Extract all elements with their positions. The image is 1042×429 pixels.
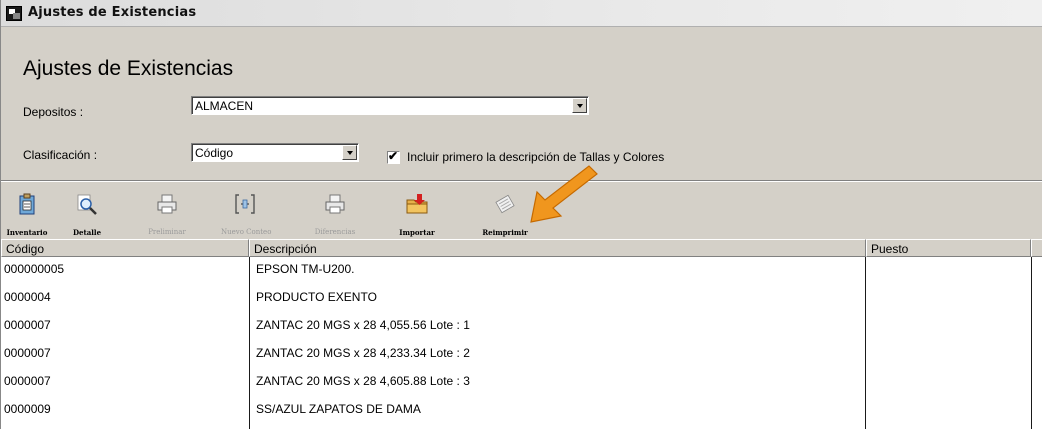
- diferencias-label: Diferencias: [314, 228, 356, 236]
- window-title: Ajustes de Existencias: [28, 5, 197, 20]
- table-body: 000000005 EPSON TM-U200. 0000004 PRODUCT…: [1, 257, 1042, 429]
- table-row[interactable]: 0000007 ZANTAC 20 MGS x 28 4,605.88 Lote…: [1, 367, 1042, 395]
- cell-descripcion: EPSON TM-U200.: [256, 262, 355, 276]
- clasificacion-value: Código: [195, 146, 234, 160]
- ajustes-window: Ajustes de Existencias Ajustes de Existe…: [0, 0, 1042, 429]
- depositos-label: Depositos :: [23, 105, 84, 119]
- cell-descripcion: ZANTAC 20 MGS x 28 4,605.88 Lote : 3: [256, 374, 470, 388]
- clasificacion-label: Clasificación :: [23, 148, 98, 162]
- table-row[interactable]: 0000007 ZANTAC 20 MGS x 28 4,233.34 Lote…: [1, 339, 1042, 367]
- cell-codigo: 0000007: [4, 374, 51, 388]
- chevron-down-icon[interactable]: [342, 145, 357, 160]
- orange-pointer-arrow-icon: [530, 165, 598, 223]
- cell-codigo: 000000005: [4, 262, 65, 276]
- include-tallas-checkbox[interactable]: ✔: [387, 149, 400, 164]
- importar-button[interactable]: Importar: [393, 188, 441, 238]
- clasificacion-select[interactable]: Código: [191, 143, 359, 162]
- cell-descripcion: PRODUCTO EXENTO: [256, 290, 377, 304]
- clipboard-icon: [19, 193, 35, 215]
- table-row[interactable]: 000000005 EPSON TM-U200.: [1, 255, 1042, 283]
- cell-codigo: 0000007: [4, 346, 51, 360]
- checkmark-icon: ✔: [388, 149, 399, 163]
- chevron-down-icon[interactable]: [572, 98, 587, 113]
- printer-icon: [325, 194, 345, 214]
- importar-label: Importar: [399, 228, 435, 237]
- detalle-button[interactable]: Detalle: [63, 188, 111, 238]
- table-row[interactable]: 0000007 ZANTAC 20 MGS x 28 4,055.56 Lote…: [1, 311, 1042, 339]
- page-title: Ajustes de Existencias: [23, 57, 234, 80]
- depositos-value: ALMACEN: [195, 99, 254, 113]
- title-bar[interactable]: Ajustes de Existencias: [1, 0, 1042, 27]
- detalle-label: Detalle: [72, 228, 102, 237]
- import-folder-icon: [406, 194, 428, 214]
- table-row[interactable]: 0000009 SS/AZUL ZAPATOS DE DAMA: [1, 395, 1042, 423]
- app-window-icon[interactable]: [6, 6, 22, 21]
- cell-codigo: 0000004: [4, 290, 51, 304]
- table-row[interactable]: 0000004 PRODUCTO EXENTO: [1, 283, 1042, 311]
- printer-preview-icon: [157, 194, 177, 214]
- magnifier-icon: [77, 194, 97, 215]
- nuevo-conteo-button[interactable]: Nuevo Conteo: [221, 188, 272, 238]
- cell-descripcion: SS/AZUL ZAPATOS DE DAMA: [256, 402, 421, 416]
- new-count-icon: [235, 194, 255, 214]
- preliminar-label: Preliminar: [148, 228, 186, 236]
- cell-codigo: 0000009: [4, 402, 51, 416]
- cell-descripcion: ZANTAC 20 MGS x 28 4,233.34 Lote : 2: [256, 346, 470, 360]
- cell-codigo: 0000007: [4, 318, 51, 332]
- depositos-select[interactable]: ALMACEN: [191, 96, 589, 115]
- preliminar-button[interactable]: Preliminar: [143, 188, 191, 238]
- inventario-label: Inventario: [6, 228, 48, 237]
- nuevo-conteo-label: Nuevo Conteo: [221, 228, 272, 236]
- cell-descripcion: ZANTAC 20 MGS x 28 4,055.56 Lote : 1: [256, 318, 470, 332]
- diferencias-button[interactable]: Diferencias: [311, 188, 359, 238]
- inventario-button[interactable]: Inventario: [3, 188, 51, 238]
